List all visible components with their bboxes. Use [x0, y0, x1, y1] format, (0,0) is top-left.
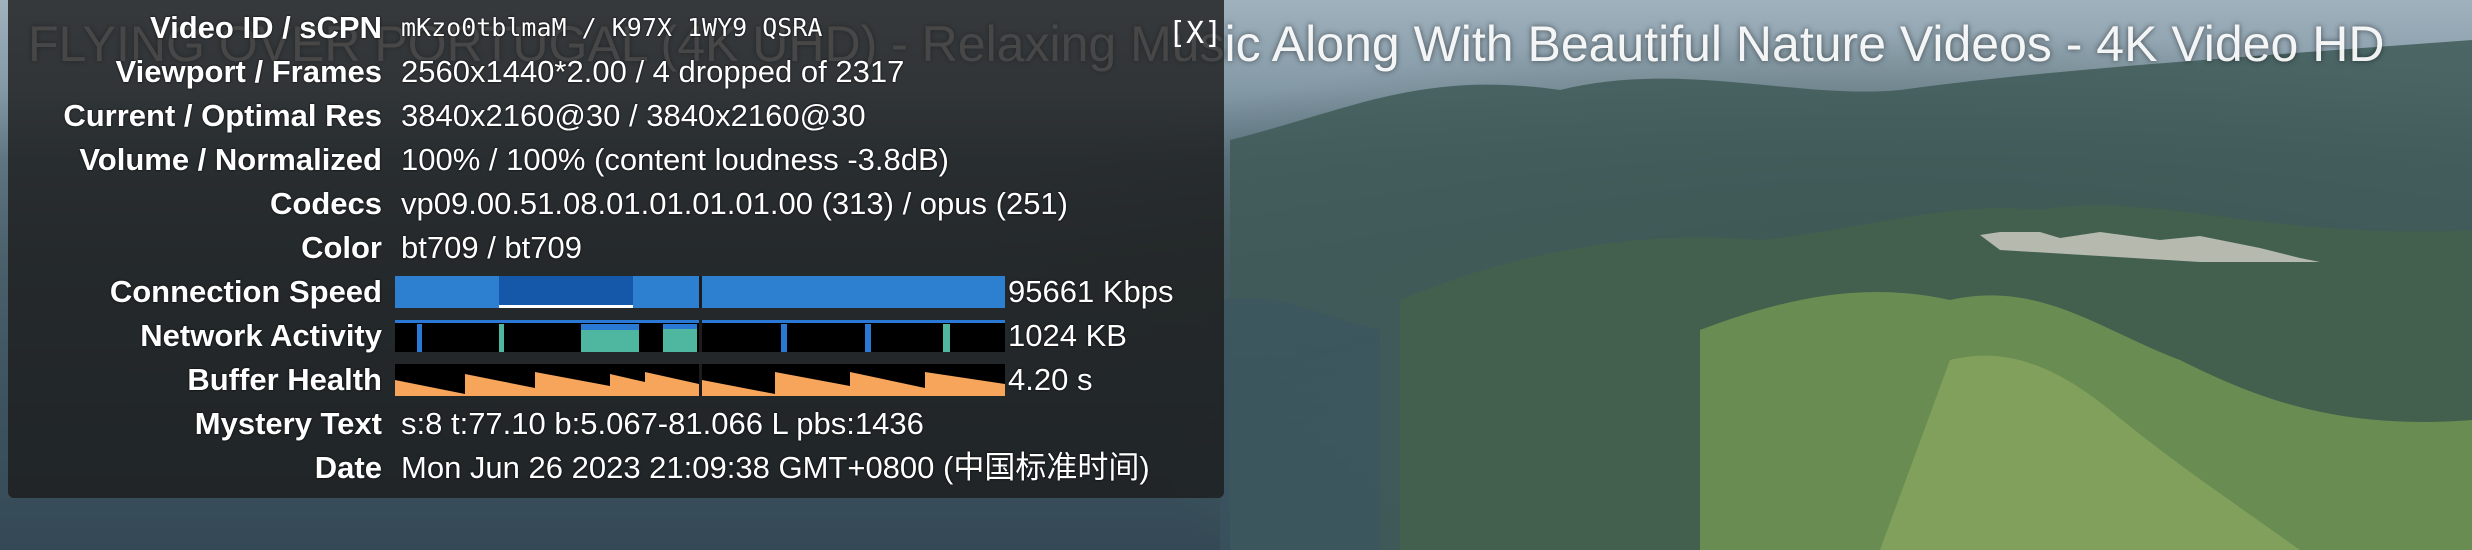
stat-label: Mystery Text: [194, 406, 382, 441]
stat-value: Mon Jun 26 2023 21:09:38 GMT+0800 (中国标准时…: [401, 450, 1150, 485]
stat-row-mystery-text: Mystery Text s:8 t:77.10 b:5.067-81.066 …: [8, 402, 1224, 446]
stat-value: 2560x1440*2.00 / 4 dropped of 2317: [401, 54, 905, 89]
buffer-health-graph: [395, 364, 1005, 396]
stat-row-connection-speed: Connection Speed 95661 Kbps: [8, 270, 1224, 314]
stat-value: 100% / 100% (content loudness -3.8dB): [401, 142, 950, 177]
stat-label: Buffer Health: [187, 362, 382, 397]
network-activity-graph: [395, 320, 1005, 352]
stat-label: Video ID / sCPN: [150, 10, 382, 45]
stat-label: Volume / Normalized: [79, 142, 382, 177]
stat-row-video-id: Video ID / sCPN mKzo0tblmaM / K97X 1WY9 …: [8, 6, 1224, 50]
stat-label: Color: [301, 230, 382, 265]
connection-speed-value: 95661 Kbps: [1008, 274, 1174, 309]
stat-value: vp09.00.51.08.01.01.01.01.00 (313) / opu…: [401, 186, 1068, 221]
stat-row-buffer-health: Buffer Health 4.20 s: [8, 358, 1224, 402]
stat-row-resolution: Current / Optimal Res 3840x2160@30 / 384…: [8, 94, 1224, 138]
stat-label: Current / Optimal Res: [63, 98, 382, 133]
stat-row-color: Color bt709 / bt709: [8, 226, 1224, 270]
stat-row-codecs: Codecs vp09.00.51.08.01.01.01.01.00 (313…: [8, 182, 1224, 226]
stat-label: Network Activity: [140, 318, 382, 353]
stat-label: Date: [314, 450, 382, 485]
stat-row-viewport: Viewport / Frames 2560x1440*2.00 / 4 dro…: [8, 50, 1224, 94]
stat-value: bt709 / bt709: [401, 230, 582, 265]
stat-label: Codecs: [270, 186, 382, 221]
stat-value: 3840x2160@30 / 3840x2160@30: [401, 98, 866, 133]
stat-value: s:8 t:77.10 b:5.067-81.066 L pbs:1436: [401, 406, 924, 441]
stat-label: Connection Speed: [109, 274, 382, 309]
network-activity-value: 1024 KB: [1008, 318, 1127, 353]
connection-speed-graph: [395, 276, 1005, 308]
stat-row-volume: Volume / Normalized 100% / 100% (content…: [8, 138, 1224, 182]
stat-row-date: Date Mon Jun 26 2023 21:09:38 GMT+0800 (…: [8, 446, 1224, 490]
buffer-health-value: 4.20 s: [1008, 362, 1093, 397]
stat-value: mKzo0tblmaM / K97X 1WY9 QSRA: [401, 13, 823, 42]
stats-for-nerds-panel: [X] Video ID / sCPN mKzo0tblmaM / K97X 1…: [8, 0, 1224, 498]
stat-label: Viewport / Frames: [115, 54, 382, 89]
stat-row-network-activity: Network Activity 1024 KB: [8, 314, 1224, 358]
